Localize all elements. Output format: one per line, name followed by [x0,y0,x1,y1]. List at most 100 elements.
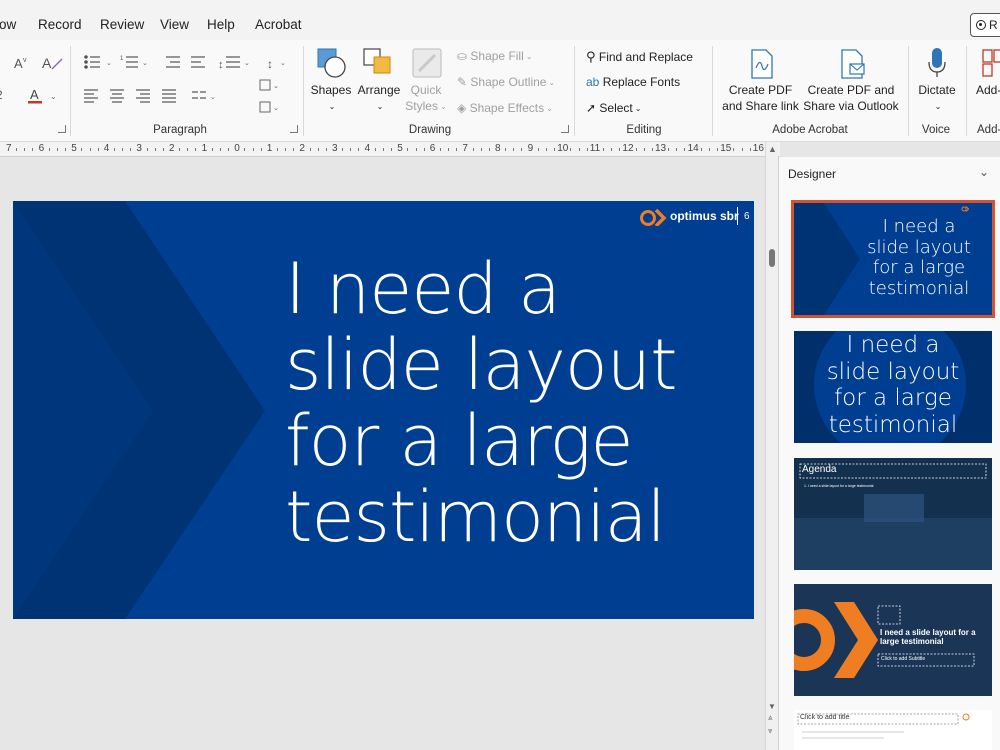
menu-help[interactable]: Help [207,17,235,32]
create-pdf-share-link-button[interactable]: Create PDF and Share link [718,82,803,114]
paint-bucket-icon: ⛀ [457,49,468,63]
design-text-line: for a large [872,257,966,278]
next-slide-icon[interactable]: ⩔ [768,727,773,735]
design-idea-3[interactable]: Agenda 1. I need a slide layout for a la… [794,458,992,570]
designer-pane: Designer ⌄ I need a slide layout for a l… [778,157,1000,750]
alignment-icons[interactable]: ⌄ [80,86,260,106]
horizontal-ruler[interactable]: 7 6 5 4 3 2 1 0 1 2 3 4 5 6 7 8 9 10 11 12 13 14 15 16 [0,142,780,157]
shape-effects-button[interactable]: ◈ Shape Effects ⌄ [457,101,553,115]
ruler-tick [611,148,613,151]
scroll-up-icon[interactable]: ▲ [768,144,777,154]
ruler-tick [668,148,670,151]
slide-title-text[interactable]: I need a slide layout for a large testim… [285,251,745,555]
font-size-icons[interactable]: c A v A [0,54,66,72]
quick-styles-icon [412,48,442,78]
chevron-down-icon: ⌄ [328,102,336,111]
optimus-logo-icon [961,206,969,212]
shape-outline-label: Shape Outline [470,75,547,89]
ruler-number: 6 [38,143,45,154]
shapes-button[interactable]: Shapes ⌄ [308,82,354,115]
slide-title-line: slide layout [285,324,678,406]
ruler-tick [448,148,450,151]
ruler-tick [24,148,26,151]
ruler-tick [219,148,221,151]
design-idea-5[interactable]: Click to add title [794,710,992,750]
ruler-tick [708,148,710,151]
text-direction-icons[interactable]: ⌄ ⌄ [255,74,295,134]
dictate-button[interactable]: Dictate ⌄ [912,82,962,115]
ruler-tick [32,148,34,151]
paragraph-dialog-launcher[interactable] [290,125,298,133]
menu-acrobat[interactable]: Acrobat [255,17,302,32]
menu-record[interactable]: Record [38,17,82,32]
ruler-tick [570,148,572,151]
ruler-number: 7 [462,143,468,154]
replace-fonts-button[interactable]: ab Replace Fonts [586,75,680,89]
scroll-thumb[interactable] [769,249,775,267]
shape-fill-button[interactable]: ⛀ Shape Fill ⌄ [457,49,532,63]
ruler-tick [472,148,474,151]
svg-text:A: A [42,55,52,71]
font-color-icon[interactable]: 2 A ⌄ [0,86,66,104]
font-dialog-launcher[interactable] [58,125,66,133]
design-idea-1[interactable]: I need a slide layout for a large testim… [791,200,995,318]
ruler-number: 5 [71,143,77,154]
ruler-tick [130,148,132,151]
ruler-number: 1 [266,143,273,154]
menu-slideshow[interactable]: ow [0,17,16,32]
arrange-button[interactable]: Arrange ⌄ [355,82,403,115]
slide-title-line: testimonial [285,476,666,558]
shape-outline-button[interactable]: ✎ Shape Outline ⌄ [457,75,555,89]
scroll-down-icon[interactable]: ▼ [768,702,776,711]
list-indent-icons[interactable]: ⌄ 1 ⌄ ↕ ⌄ ↕ ⌄ [80,52,300,72]
previous-slide-icon[interactable]: ⩓ [768,714,773,722]
ruler-tick [733,148,735,151]
ruler-tick [407,148,409,151]
chevron-down-icon: ⌄ [525,52,533,61]
select-button[interactable]: ➚ Select ⌄ [586,101,641,115]
pdf-outlook-icon [841,49,865,79]
design-4-title: I need a slide layout for a large testim… [880,628,976,646]
ruler-tick [309,148,311,151]
add-ins-button[interactable]: Add- [976,82,1000,98]
drawing-dialog-launcher[interactable] [561,125,569,133]
select-label: Select [599,101,633,115]
vertical-scrollbar[interactable]: ▲ ▼ ⩓ ⩔ [765,142,778,750]
find-replace-label: Find and Replace [598,50,693,64]
designer-title: Designer [788,167,837,181]
ruler-number: 15 [720,143,732,154]
add-ins-group-label: Add- [977,124,1000,136]
design-text-line: for a large [834,385,952,411]
design-idea-2[interactable]: I need a slide layout for a large testim… [794,331,992,443]
find-replace-button[interactable]: ⚲ Find and Replace [586,49,693,65]
create-pdf-outlook-button[interactable]: Create PDF and Share via Outlook [800,82,902,114]
chevron-down-icon: ⌄ [439,102,447,111]
menu-review[interactable]: Review [100,17,144,32]
slide-canvas: I need a slide layout for a large testim… [0,157,765,750]
chevron-down-icon[interactable]: ⌄ [979,165,989,179]
menu-view[interactable]: View [160,17,189,32]
ruler-tick [513,148,515,151]
ruler-tick [228,148,230,151]
design-idea-4[interactable]: I need a slide layout for a large testim… [794,584,992,696]
ruler-tick [244,148,246,151]
ruler-number: 1 [201,143,208,154]
ruler-tick [122,148,124,151]
ruler-tick [317,148,319,151]
ruler-number: 11 [589,143,601,154]
ruler-number: 3 [332,143,338,154]
ruler-tick [48,148,50,151]
chevron-down-icon: ⌄ [548,78,556,87]
ruler-number: 12 [622,143,634,154]
record-button[interactable]: R [970,13,1000,37]
ruler-tick [521,148,523,151]
ruler-number: 14 [687,143,699,154]
shape-effects-icon: ◈ [457,101,467,115]
slide-title-line: for a large [285,400,634,482]
ribbon: c A v A 2 A ⌄ ⌄ 1 ⌄ ↕ ⌄ ↕ ⌄ ⌄ ⌄ [0,40,1000,142]
ruler-tick [276,148,278,151]
quick-styles-button[interactable]: Quick Styles ⌄ [401,82,451,115]
replace-fonts-label: Replace Fonts [602,75,681,89]
slide[interactable]: I need a slide layout for a large testim… [13,201,754,619]
ruler-tick [643,148,645,151]
